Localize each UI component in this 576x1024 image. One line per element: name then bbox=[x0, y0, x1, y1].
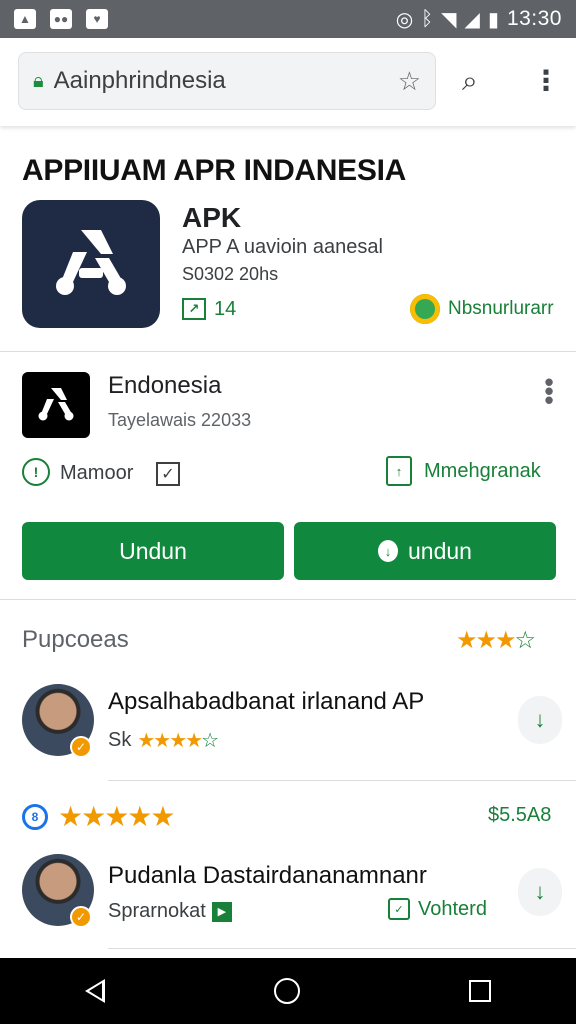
media-icon: ●● bbox=[50, 9, 72, 29]
back-icon[interactable] bbox=[84, 979, 105, 1003]
review-title: Apsalhabadbanat irlanand AP bbox=[108, 688, 425, 715]
play-icon: ▶ bbox=[211, 901, 232, 922]
avatar-badge-icon: ✓ bbox=[70, 906, 92, 928]
rating-row-stars: ★★★★★ bbox=[58, 801, 176, 832]
star-icon[interactable]: ☆ bbox=[398, 66, 421, 97]
app-subtitle: APP A uavioin aanesal bbox=[182, 236, 383, 258]
page-title: APPIIUAM APR INDANESIA bbox=[22, 154, 406, 187]
download-button-secondary-label: undun bbox=[408, 537, 472, 564]
review-stars: ★★★★☆ bbox=[137, 730, 219, 752]
maintain-checkbox[interactable]: ✓ bbox=[156, 462, 180, 486]
vibrate-icon: ◎ bbox=[395, 8, 414, 31]
review-sub-label: Sprarnokat bbox=[108, 900, 206, 922]
divider bbox=[108, 780, 576, 781]
header-stars-outline: ☆ bbox=[514, 627, 536, 654]
detail-app-icon[interactable] bbox=[22, 372, 90, 438]
search-icon[interactable]: ⌕ bbox=[462, 65, 478, 98]
review-sub: Sk ★★★★☆ bbox=[108, 728, 219, 753]
app-name: APK bbox=[182, 202, 242, 233]
status-time: 13:30 bbox=[506, 7, 562, 30]
review-sub-label: Sk bbox=[108, 729, 132, 751]
header-stars-filled: ★★★ bbox=[456, 627, 517, 654]
rating-count: 14 bbox=[214, 298, 237, 320]
user-icon: 8 bbox=[22, 803, 48, 830]
verified-label: Vohterd bbox=[418, 898, 487, 920]
more-vert-icon[interactable]: ⋮ bbox=[532, 64, 560, 97]
install-icon: ↓ bbox=[378, 540, 399, 562]
detail-title: Endonesia bbox=[108, 372, 222, 399]
share-icon: ↑ bbox=[386, 456, 412, 486]
app-header: APPIIUAM APR INDANESIA APK APP A uavioin… bbox=[0, 126, 576, 352]
developer-link[interactable]: Nbsnurlurarr bbox=[448, 298, 554, 320]
download-icon[interactable]: ↓ bbox=[518, 696, 562, 744]
verified-icon: ✓ bbox=[388, 898, 410, 920]
app-size: S0302 20hs bbox=[182, 264, 279, 284]
recents-icon[interactable] bbox=[469, 980, 492, 1002]
share-link[interactable]: Mmehgranak bbox=[424, 460, 541, 483]
status-right-icons: ◎ ᛒ ◥ ◢ ▮ 13:30 bbox=[396, 7, 562, 32]
developer-badge-icon bbox=[410, 294, 440, 324]
notification-icon: ♥ bbox=[86, 9, 108, 29]
download-button-primary-label: Undun bbox=[119, 537, 187, 564]
status-left-icons: ▲ ●● ♥ bbox=[14, 9, 108, 29]
avatar-badge-icon: ✓ bbox=[70, 736, 92, 758]
divider bbox=[108, 948, 576, 949]
lock-icon: 🔒︎ bbox=[33, 69, 44, 92]
app-logo-small-icon bbox=[38, 388, 74, 421]
rating-icon: ↗ bbox=[182, 298, 206, 320]
image-icon: ▲ bbox=[14, 9, 36, 29]
detail-subtitle: Tayelawais 22033 bbox=[108, 410, 252, 430]
signal-icon: ◢ bbox=[464, 8, 480, 31]
download-icon[interactable]: ↓ bbox=[518, 868, 562, 916]
review-star-outline: ☆ bbox=[201, 730, 219, 752]
download-button-secondary[interactable]: ↓ undun bbox=[294, 522, 556, 580]
download-button-primary[interactable]: Undun bbox=[22, 522, 284, 580]
status-bar: ▲ ●● ♥ ◎ ᛒ ◥ ◢ ▮ 13:30 bbox=[0, 0, 576, 38]
battery-icon: ▮ bbox=[487, 8, 499, 31]
reviews-header: Pupcoeas bbox=[22, 626, 129, 653]
review-title: Pudanla Dastairdananamnanr bbox=[108, 862, 427, 889]
url-text[interactable]: Aainphrindnesia bbox=[54, 67, 398, 95]
detail-card: Endonesia Tayelawais 22033 • • • ! Mamoor … bbox=[0, 352, 576, 600]
rating-row: 8 ★★★★★ bbox=[22, 800, 176, 833]
url-bar[interactable]: 🔒︎ Aainphrindnesia ☆ bbox=[18, 52, 436, 110]
info-icon: ! bbox=[22, 458, 50, 486]
detail-more-icon[interactable]: • • • bbox=[542, 369, 556, 413]
browser-toolbar: 🔒︎ Aainphrindnesia ☆ ⌕ ⋮ bbox=[0, 38, 576, 126]
review-sub: Sprarnokat ▶ bbox=[108, 900, 232, 923]
rating-row-price: $5.5A8 bbox=[488, 804, 552, 826]
app-logo-icon bbox=[56, 230, 126, 295]
navigation-bar bbox=[0, 958, 576, 1024]
reviews-header-stars: ★★★☆ bbox=[456, 626, 536, 655]
bluetooth-icon: ᛒ bbox=[421, 7, 434, 30]
maintain-label: Mamoor bbox=[60, 462, 134, 484]
wifi-icon: ◥ bbox=[441, 8, 457, 31]
app-icon[interactable] bbox=[22, 200, 160, 328]
home-icon[interactable] bbox=[273, 978, 300, 1004]
